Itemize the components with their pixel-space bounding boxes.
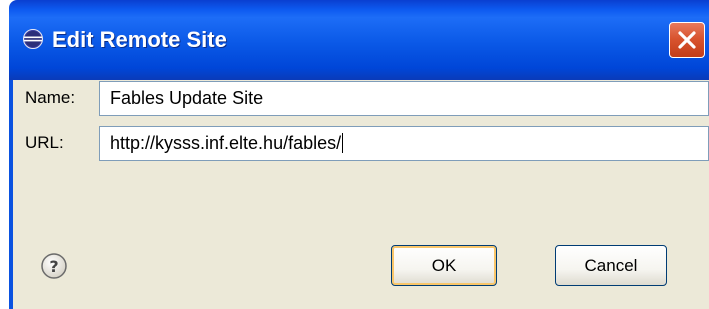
url-field[interactable]: http://kysss.inf.elte.hu/fables/ [99, 126, 709, 161]
svg-text:?: ? [49, 257, 58, 276]
dialog-title: Edit Remote Site [52, 27, 227, 52]
help-icon[interactable]: ? [40, 252, 68, 280]
text-caret [342, 133, 344, 153]
cancel-button[interactable]: Cancel [555, 245, 667, 286]
edit-remote-site-dialog: Edit Remote Site Name: Fables Update Sit… [0, 0, 709, 309]
ok-button[interactable]: OK [391, 245, 497, 286]
dialog-body: Name: Fables Update Site URL: http://kys… [13, 80, 709, 309]
name-label: Name: [25, 88, 76, 107]
url-field-value: http://kysss.inf.elte.hu/fables/ [110, 133, 342, 153]
name-field-value: Fables Update Site [110, 88, 264, 108]
name-field[interactable]: Fables Update Site [99, 81, 709, 116]
eclipse-icon [23, 29, 43, 49]
close-button[interactable] [669, 22, 705, 58]
url-label: URL: [25, 133, 64, 152]
close-icon [678, 31, 696, 49]
title-bar[interactable]: Edit Remote Site [9, 0, 709, 80]
